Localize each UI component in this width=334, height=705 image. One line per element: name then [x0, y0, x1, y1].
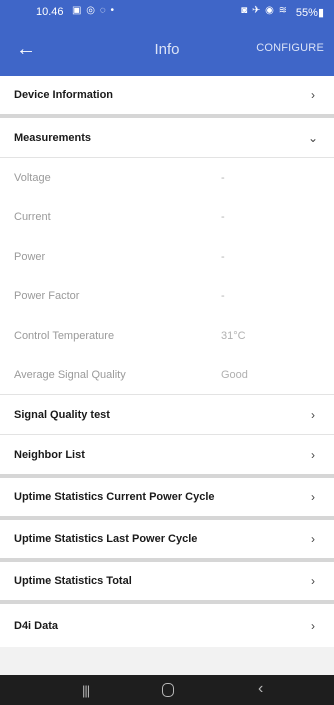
chevron-right-icon: ›	[311, 88, 315, 102]
chevron-right-icon: ›	[311, 532, 315, 546]
measurement-voltage: Voltage -	[0, 158, 334, 198]
uptime-total-row[interactable]: Uptime Statistics Total ›	[0, 562, 334, 604]
device-information-label: Device Information	[14, 89, 114, 101]
measurement-value: -	[221, 290, 225, 303]
device-information-row[interactable]: Device Information ›	[0, 76, 334, 118]
status-time: 10.46	[36, 6, 64, 18]
battery-indicator: 55%▮	[295, 7, 324, 19]
system-nav-bar: ||| ‹	[0, 675, 334, 705]
neighbor-list-label: Neighbor List	[14, 448, 85, 461]
measurement-current: Current -	[0, 197, 334, 237]
measurement-label: Power Factor	[14, 290, 80, 303]
measurement-control-temperature: Control Temperature 31°C	[0, 316, 334, 356]
uptime-last-label: Uptime Statistics Last Power Cycle	[14, 533, 198, 545]
measurement-power: Power -	[0, 237, 334, 277]
measurement-label: Current	[14, 211, 51, 224]
signal-quality-test-row[interactable]: Signal Quality test ›	[0, 395, 334, 435]
d4i-data-row[interactable]: D4i Data ›	[0, 604, 334, 647]
measurement-label: Power	[14, 250, 46, 263]
measurement-average-signal-quality: Average Signal Quality Good	[0, 355, 334, 395]
status-bar: 10.46 ▣ ◎ ◌ • ◙ ✈ ◉ ≋ 55%▮	[0, 0, 334, 24]
measurements-row[interactable]: Measurements ⌄	[0, 118, 334, 158]
uptime-total-label: Uptime Statistics Total	[14, 575, 132, 587]
configure-button[interactable]: CONFIGURE	[256, 42, 324, 54]
measurement-label: Average Signal Quality	[14, 368, 126, 381]
chevron-right-icon: ›	[311, 447, 315, 462]
measurement-value: 31°C	[221, 329, 246, 342]
signal-quality-test-label: Signal Quality test	[14, 408, 110, 421]
neighbor-list-row[interactable]: Neighbor List ›	[0, 435, 334, 478]
home-icon[interactable]	[162, 683, 174, 697]
uptime-current-label: Uptime Statistics Current Power Cycle	[14, 491, 215, 503]
measurement-value: Good	[221, 368, 248, 381]
measurement-value: -	[221, 211, 225, 224]
chevron-right-icon: ›	[311, 407, 315, 422]
chevron-down-icon: ⌄	[308, 130, 319, 145]
uptime-last-row[interactable]: Uptime Statistics Last Power Cycle ›	[0, 520, 334, 562]
measurement-value: -	[221, 171, 225, 184]
nav-back-icon[interactable]: ‹	[258, 680, 263, 698]
measurements-label: Measurements	[14, 131, 92, 144]
measurement-value: -	[221, 250, 225, 263]
chevron-right-icon: ›	[311, 574, 315, 588]
info-list: Device Information › Measurements ⌄ Volt…	[0, 76, 334, 647]
recent-apps-icon[interactable]: |||	[82, 683, 90, 698]
app-bar: ← Info CONFIGURE	[0, 24, 334, 76]
chevron-right-icon: ›	[311, 618, 315, 633]
uptime-current-row[interactable]: Uptime Statistics Current Power Cycle ›	[0, 478, 334, 520]
d4i-data-label: D4i Data	[14, 619, 59, 632]
measurement-power-factor: Power Factor -	[0, 276, 334, 316]
notification-icons: ▣ ◎ ◌ •	[72, 5, 115, 16]
system-icons: ◙ ✈ ◉ ≋	[241, 5, 288, 16]
measurement-label: Voltage	[14, 171, 51, 184]
chevron-right-icon: ›	[311, 490, 315, 504]
measurement-label: Control Temperature	[14, 329, 115, 342]
